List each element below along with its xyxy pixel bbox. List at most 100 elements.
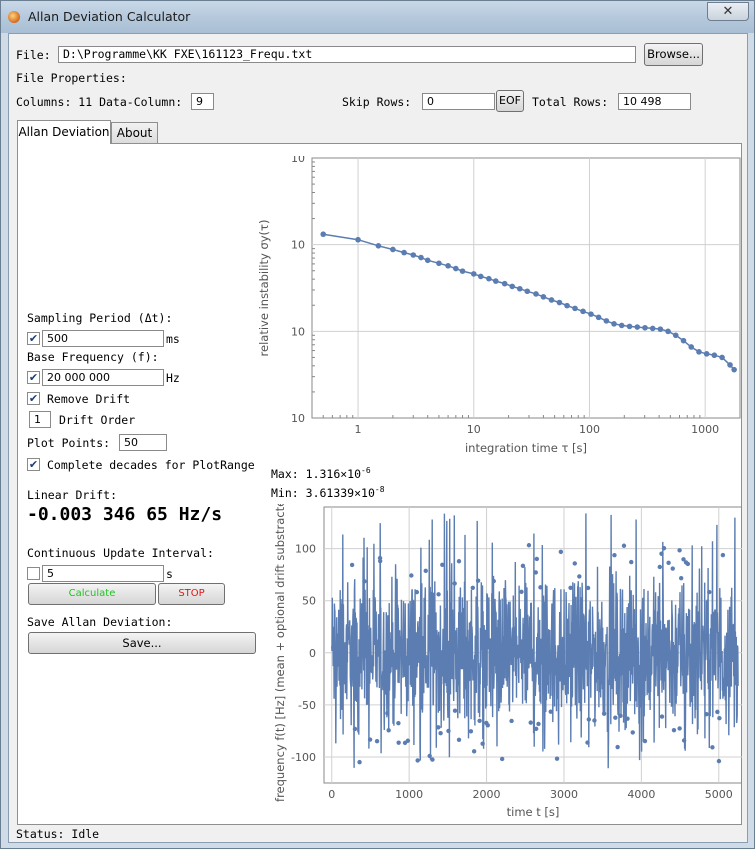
flame-app-icon <box>8 11 20 23</box>
x-tick-label: 1 <box>355 423 362 436</box>
data-point <box>477 273 484 280</box>
data-point <box>320 231 327 238</box>
columns-label: Columns: 11 Data-Column: <box>16 95 183 109</box>
data-point <box>629 559 634 565</box>
close-button[interactable]: ✕ <box>707 2 749 21</box>
data-point <box>509 718 514 724</box>
data-point <box>595 314 602 321</box>
file-path-field[interactable]: D:\Programme\KK FXE\161123_Frequ.txt <box>58 46 636 63</box>
stop-button[interactable]: STOP <box>158 583 225 605</box>
data-point <box>666 560 671 566</box>
data-point <box>470 585 475 591</box>
data-point <box>657 564 663 570</box>
title-bar[interactable]: Allan Deviation Calculator ✕ <box>1 1 754 33</box>
data-point <box>533 570 538 575</box>
data-point <box>681 738 687 743</box>
data-point <box>423 568 428 574</box>
data-point <box>677 726 682 731</box>
data-point <box>477 718 482 724</box>
data-point <box>642 324 648 331</box>
update-checkbox[interactable] <box>27 567 40 580</box>
allan-deviation-plot: 110100100010-810-710-610-5integration ti… <box>257 156 741 455</box>
data-point <box>611 321 617 327</box>
data-point <box>524 288 531 295</box>
update-interval-field[interactable]: 5 <box>42 565 164 582</box>
tab-about[interactable]: About <box>111 122 158 143</box>
data-column-field[interactable]: 9 <box>191 93 214 110</box>
remove-drift-checkbox[interactable]: ✔ <box>27 392 40 405</box>
data-point <box>707 589 712 595</box>
data-point <box>715 709 720 715</box>
base-frequency-checkbox[interactable]: ✔ <box>27 371 40 384</box>
data-point <box>499 756 505 762</box>
save-button[interactable]: Save... <box>28 632 256 654</box>
sampling-period-checkbox[interactable]: ✔ <box>27 332 40 345</box>
update-interval-label: Continuous Update Interval: <box>27 546 214 560</box>
y-tick-label: 0 <box>309 647 316 660</box>
data-point <box>501 280 508 287</box>
data-point <box>534 556 540 562</box>
data-point <box>445 263 451 269</box>
data-point <box>661 546 667 551</box>
data-point <box>456 559 462 564</box>
total-rows-label: Total Rows: <box>532 95 609 109</box>
linear-drift-value: -0.003 346 65 Hz/s <box>27 504 223 525</box>
data-point <box>520 563 526 569</box>
data-point <box>719 354 725 361</box>
data-point <box>355 236 361 243</box>
y-tick-label: 10 <box>291 156 305 165</box>
skip-rows-label: Skip Rows: <box>342 95 412 109</box>
data-point <box>485 723 490 728</box>
data-point <box>414 589 420 595</box>
data-point <box>516 285 523 292</box>
x-tick-label: 2000 <box>473 788 501 801</box>
data-point <box>436 725 441 730</box>
data-point <box>588 311 594 317</box>
data-point <box>585 585 591 591</box>
data-point <box>533 726 539 732</box>
total-rows-field[interactable]: 10 498 <box>618 93 691 110</box>
data-point <box>618 322 625 329</box>
data-point <box>680 337 687 344</box>
data-point <box>540 294 547 300</box>
data-point <box>410 252 417 258</box>
data-point <box>470 271 477 277</box>
plot-points-field[interactable]: 50 <box>119 434 167 451</box>
y-tick-label: 100 <box>295 543 316 556</box>
update-interval-unit: s <box>166 567 173 581</box>
file-properties-label: File Properties: <box>16 71 127 85</box>
data-point <box>480 741 485 746</box>
y-tick-label: 10 <box>291 325 305 338</box>
data-point <box>453 265 459 272</box>
data-point <box>672 332 679 339</box>
data-point <box>731 366 737 373</box>
eof-button[interactable]: EOF <box>496 90 524 112</box>
data-point <box>536 721 541 727</box>
sampling-period-field[interactable]: 500 <box>42 330 164 347</box>
skip-rows-field[interactable]: 0 <box>422 93 495 110</box>
base-frequency-field[interactable]: 20 000 000 <box>42 369 164 386</box>
base-frequency-unit: Hz <box>166 371 180 385</box>
drift-order-field[interactable]: 1 <box>29 411 51 428</box>
data-point <box>626 323 633 330</box>
data-point <box>352 726 358 732</box>
browse-button[interactable]: Browse... <box>644 43 703 66</box>
y-tick-label: 50 <box>302 595 316 608</box>
data-point <box>572 561 577 566</box>
data-point <box>396 720 401 726</box>
data-point <box>486 275 492 282</box>
data-point <box>528 720 533 725</box>
y-tick-label: 10 <box>291 412 305 425</box>
data-point <box>580 308 586 315</box>
tab-allan-deviation[interactable]: Allan Deviation <box>17 120 111 144</box>
data-point <box>710 745 715 750</box>
data-point <box>577 574 582 579</box>
data-point <box>625 716 630 721</box>
y-tick-label: -50 <box>298 699 316 712</box>
calculate-button[interactable]: Calculate <box>28 583 156 605</box>
data-point <box>634 324 641 330</box>
complete-decades-checkbox[interactable]: ✔ <box>27 458 40 471</box>
x-tick-label: 3000 <box>550 788 578 801</box>
complete-decades-label: Complete decades for PlotRange <box>47 458 255 472</box>
file-label: File: <box>16 48 51 62</box>
